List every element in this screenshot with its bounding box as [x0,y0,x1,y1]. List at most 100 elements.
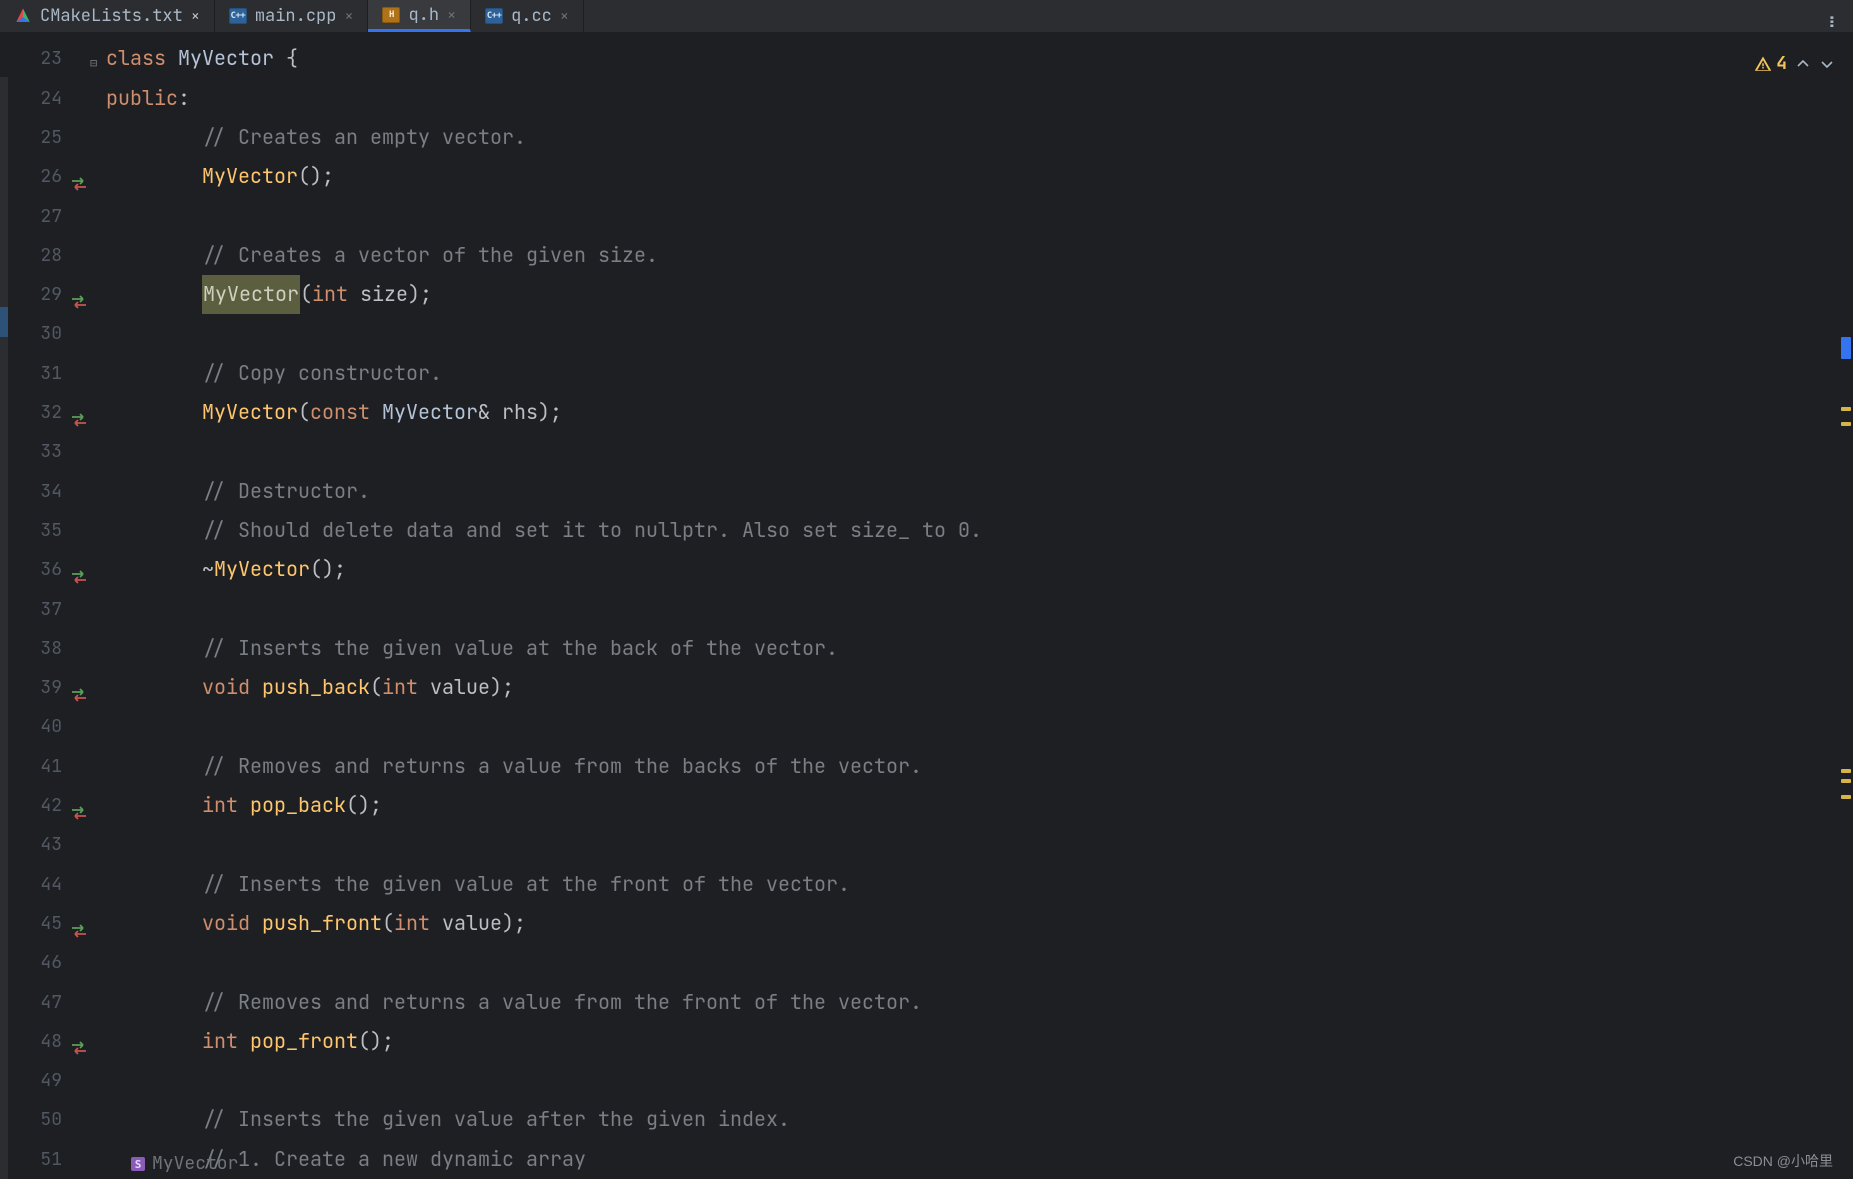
code-line[interactable] [106,314,1853,353]
gutter-row[interactable]: 33 [0,432,96,471]
token: ( [298,393,310,432]
swap-icon[interactable] [68,915,90,933]
gutter-row[interactable]: 49 [0,1061,96,1100]
gutter-row[interactable]: 32 [0,393,96,432]
code-line[interactable] [106,707,1853,746]
code-area[interactable]: ⊟class MyVector {public: // Creates an e… [96,33,1853,1179]
stripe-mark-yel[interactable] [1841,769,1851,773]
fold-icon[interactable]: ⊟ [90,44,97,83]
gutter-row[interactable]: 34 [0,472,96,511]
gutter-row[interactable]: 48 [0,1022,96,1061]
code-line[interactable]: // Creates an empty vector. [106,118,1853,157]
gutter-row[interactable]: 26 [0,157,96,196]
next-highlight[interactable] [1819,56,1835,72]
code-line[interactable] [106,943,1853,982]
token: ( [370,668,382,707]
stripe-mark-yel[interactable] [1841,779,1851,783]
gutter-row[interactable]: 24 [0,79,96,118]
swap-icon[interactable] [68,561,90,579]
gutter-row[interactable]: 35 [0,511,96,550]
warning-indicator[interactable]: 4 [1754,52,1787,75]
warning-icon [1754,55,1772,73]
gutter-row[interactable]: 39 [0,668,96,707]
swap-icon[interactable] [68,679,90,697]
code-line[interactable]: int pop_front(); [106,1022,1853,1061]
code-line[interactable]: void push_back(int value); [106,668,1853,707]
stripe-mark-yel[interactable] [1841,795,1851,799]
code-line[interactable]: int pop_back(); [106,786,1853,825]
stripe-mark-yel[interactable] [1841,422,1851,426]
gutter-row[interactable]: 30 [0,314,96,353]
tab-q-cc[interactable]: C++q.cc× [471,0,584,32]
code-line[interactable]: MyVector(const MyVector& rhs); [106,393,1853,432]
code-line[interactable]: // Removes and returns a value from the … [106,747,1853,786]
gutter-row[interactable]: 42 [0,786,96,825]
gutter-row[interactable]: 41 [0,747,96,786]
code-line[interactable]: // Removes and returns a value from the … [106,983,1853,1022]
breadcrumb-bar[interactable]: S MyVector [130,1152,238,1175]
tab-q-h[interactable]: Hq.h× [368,0,471,32]
line-number: 44 [34,865,62,904]
token: () [358,1022,382,1061]
tab-CMakeLists-txt[interactable]: CMakeLists.txt× [0,0,215,32]
gutter-row[interactable]: 47 [0,983,96,1022]
code-line[interactable]: // Destructor. [106,472,1853,511]
prev-highlight[interactable] [1795,56,1811,72]
gutter-row[interactable]: 31 [0,354,96,393]
code-line[interactable]: // 1. Create a new dynamic array [106,1140,1853,1179]
swap-icon[interactable] [68,797,90,815]
code-line[interactable]: ~MyVector(); [106,550,1853,589]
gutter-row[interactable]: 44 [0,865,96,904]
error-stripe[interactable] [1839,77,1853,1179]
gutter-row[interactable]: 28 [0,236,96,275]
close-icon[interactable]: × [560,6,569,26]
line-number: 37 [34,590,62,629]
gutter-row[interactable]: 29 [0,275,96,314]
gutter-row[interactable]: 25 [0,118,96,157]
close-icon[interactable]: × [447,5,456,25]
inspection-widget[interactable]: 4 [1754,52,1835,75]
swap-icon[interactable] [68,1032,90,1050]
gutter-row[interactable]: 40 [0,707,96,746]
code-line[interactable]: // Inserts the given value after the giv… [106,1100,1853,1139]
stripe-mark-yel[interactable] [1841,407,1851,411]
code-line[interactable] [106,432,1853,471]
close-icon[interactable]: × [344,6,353,26]
tab-main-cpp[interactable]: C++main.cpp× [215,0,369,32]
code-line[interactable]: // Should delete data and set it to null… [106,511,1853,550]
code-line[interactable]: // Creates a vector of the given size. [106,236,1853,275]
code-line[interactable]: // Copy constructor. [106,354,1853,393]
code-line[interactable]: MyVector(int size); [106,275,1853,314]
code-line[interactable] [106,1061,1853,1100]
code-line[interactable]: MyVector(); [106,157,1853,196]
code-line[interactable]: ⊟class MyVector { [106,39,1853,78]
gutter-row[interactable]: 51 [0,1140,96,1179]
gutter-row[interactable]: 45 [0,904,96,943]
gutter[interactable]: 2324252627282930313233343536373839404142… [0,33,96,1179]
gutter-row[interactable]: 46 [0,943,96,982]
code-line[interactable] [106,197,1853,236]
gutter-row[interactable]: 23 [0,39,96,78]
code-line[interactable]: public: [106,79,1853,118]
token: ) [502,904,514,943]
gutter-row[interactable]: 43 [0,825,96,864]
gutter-row[interactable]: 27 [0,197,96,236]
code-line[interactable]: void push_front(int value); [106,904,1853,943]
swap-icon[interactable] [68,286,90,304]
token: ; [550,393,562,432]
code-line[interactable] [106,825,1853,864]
swap-icon[interactable] [68,404,90,422]
gutter-row[interactable]: 50 [0,1100,96,1139]
code-line[interactable]: // Inserts the given value at the front … [106,865,1853,904]
stripe-mark-blue[interactable] [1841,337,1851,359]
code-line[interactable]: // Inserts the given value at the back o… [106,629,1853,668]
editor[interactable]: 2324252627282930313233343536373839404142… [0,33,1853,1179]
gutter-row[interactable]: 37 [0,590,96,629]
code-line[interactable] [106,590,1853,629]
swap-icon[interactable] [68,168,90,186]
close-icon[interactable]: × [191,6,200,26]
line-number: 36 [34,550,62,589]
token: MyVector [202,157,298,196]
gutter-row[interactable]: 38 [0,629,96,668]
gutter-row[interactable]: 36 [0,550,96,589]
